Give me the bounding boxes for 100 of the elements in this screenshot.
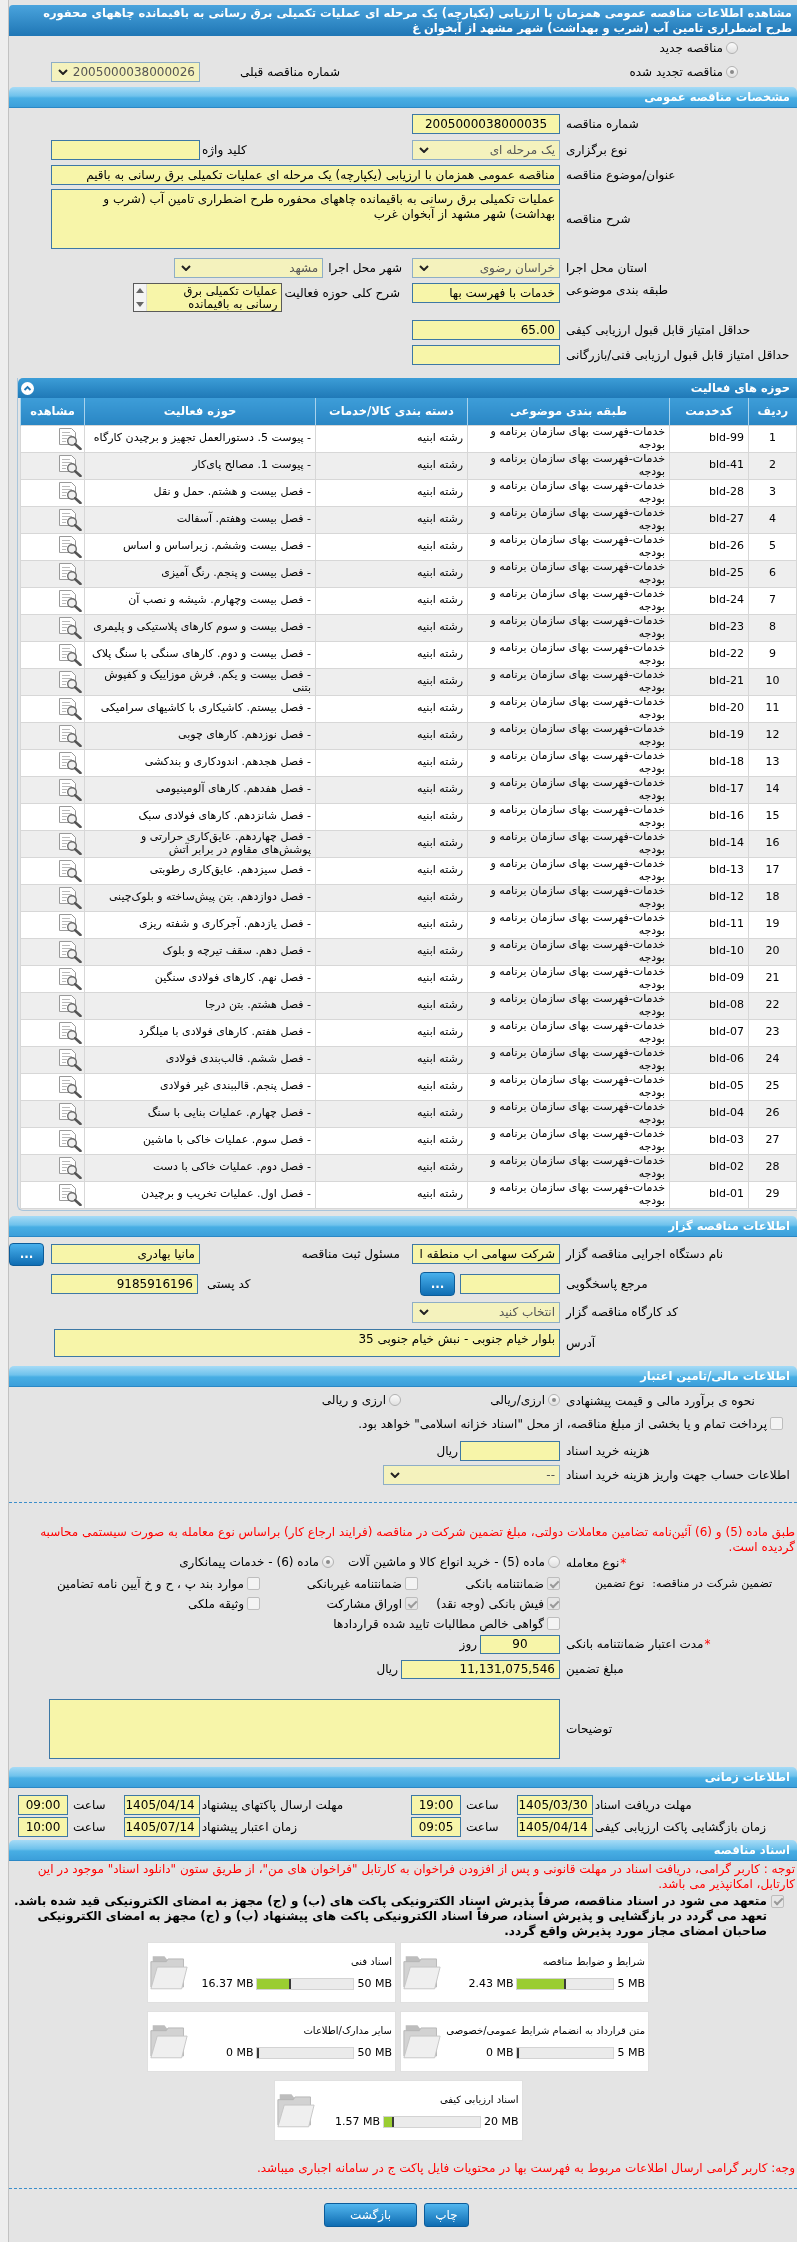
field-label: آدرس [566, 1335, 596, 1350]
dropdown[interactable]: یک مرحله ای [412, 140, 560, 160]
table-cell: bld-02 [669, 1154, 749, 1181]
document-search-icon[interactable] [58, 724, 82, 747]
document-search-icon[interactable] [58, 562, 82, 585]
document-search-icon[interactable] [58, 481, 82, 504]
checkbox[interactable] [547, 1617, 560, 1630]
checkbox[interactable] [547, 1597, 560, 1610]
document-search-icon[interactable] [58, 967, 82, 990]
table-cell: 15 [748, 803, 797, 830]
table-cell: bld-16 [669, 803, 749, 830]
more-button[interactable]: ... [420, 1271, 455, 1296]
document-search-icon[interactable] [58, 1048, 82, 1071]
table-cell: رشته ابنیه [315, 587, 468, 614]
input-field[interactable]: شرکت سهامی اب منطقه ا [412, 1244, 560, 1264]
input-field[interactable]: خدمات با فهرست بها [412, 283, 560, 303]
print-button[interactable]: چاپ [424, 2202, 469, 2227]
document-search-icon[interactable] [58, 886, 82, 909]
document-search-icon[interactable] [58, 1102, 82, 1125]
table-cell: - پیوست 1. مصالح پای‌کار [84, 452, 316, 479]
document-search-icon[interactable] [58, 778, 82, 801]
more-button[interactable]: ... [9, 1242, 44, 1266]
dropdown[interactable]: 2005000038000026 [51, 62, 200, 82]
document-search-icon[interactable] [58, 1075, 82, 1098]
input-field[interactable]: 9185916196 [51, 1273, 198, 1294]
checkbox[interactable] [405, 1597, 418, 1610]
table-cell: bld-18 [669, 749, 749, 776]
document-search-icon[interactable] [58, 643, 82, 666]
table-cell: bld-24 [669, 587, 749, 614]
input-field[interactable]: 10:00 [18, 1816, 68, 1837]
input-field[interactable]: 1405/03/30 [516, 1794, 593, 1815]
document-search-icon[interactable] [58, 1129, 82, 1152]
input-field[interactable]: 09:05 [411, 1816, 461, 1837]
dropdown[interactable]: خراسان رضوی [412, 258, 560, 278]
table-cell: خدمات-فهرست بهای سازمان برنامه و بودجه [467, 614, 670, 641]
table-cell: bld-12 [669, 884, 749, 911]
table-cell: - فصل سیزدهم. عایق‌کاری رطوبتی [84, 857, 316, 884]
document-search-icon[interactable] [58, 1021, 82, 1044]
radio-button[interactable] [548, 1393, 560, 1406]
collapse-icon[interactable] [21, 381, 34, 395]
text-area[interactable] [49, 1698, 560, 1759]
input-field[interactable]: 1405/07/14 [123, 1816, 200, 1837]
document-search-icon[interactable] [58, 913, 82, 936]
input-field[interactable] [412, 345, 560, 365]
radio-button[interactable] [389, 1393, 401, 1406]
document-search-icon[interactable] [58, 616, 82, 639]
checkbox[interactable] [547, 1577, 560, 1590]
dropdown[interactable]: -- [383, 1464, 560, 1485]
document-search-icon[interactable] [58, 454, 82, 477]
radio-button[interactable] [322, 1555, 334, 1568]
input-field[interactable]: 11,131,075,546 [401, 1659, 560, 1679]
table-cell: خدمات-فهرست بهای سازمان برنامه و بودجه [467, 479, 670, 506]
input-field[interactable]: 1405/04/14 [516, 1816, 593, 1837]
input-field[interactable]: 65.00 [412, 320, 560, 340]
input-field[interactable] [460, 1440, 560, 1461]
radio-button[interactable] [726, 42, 738, 54]
document-search-icon[interactable] [58, 940, 82, 963]
dropdown[interactable]: انتخاب کنید [412, 1301, 560, 1323]
document-search-icon[interactable] [58, 832, 82, 855]
radio-button[interactable] [726, 66, 738, 78]
table-cell: خدمات-فهرست بهای سازمان برنامه و بودجه [467, 749, 670, 776]
input-field[interactable]: 90 [480, 1634, 560, 1654]
input-field[interactable]: مانیا بهادری [51, 1244, 200, 1264]
table-cell: رشته ابنیه [315, 452, 468, 479]
document-search-icon[interactable] [58, 697, 82, 720]
input-field[interactable]: 09:00 [18, 1794, 68, 1815]
table-cell: خدمات-فهرست بهای سازمان برنامه و بودجه [467, 1154, 670, 1181]
list-box[interactable]: عملیات تکمیلی برق رسانی به باقیمانده [132, 283, 282, 312]
document-search-icon[interactable] [58, 751, 82, 774]
input-field[interactable] [51, 140, 200, 160]
dropdown[interactable]: مشهد [174, 258, 324, 278]
text-area[interactable]: بلوار خیام جنوبی - نبش خیام جنوبی 35 [54, 1328, 560, 1357]
document-search-icon[interactable] [58, 670, 82, 693]
field-label: زمان اعتبار پیشنهاد [201, 1819, 297, 1834]
text-area[interactable]: عملیات تکمیلی برق رسانی به باقیمانده چاههای محفوره طرح اضطراری تامین آب (شرب و بهداشت) شهر مشهد از آبخوان غرب [51, 189, 560, 249]
input-field[interactable]: مناقصه عمومی همزمان با ارزیابی (یکپارچه) یک مرحله ای عملیات تکمیلی برق رسانی به باقیم [51, 165, 560, 185]
checkbox[interactable] [247, 1597, 260, 1610]
table-cell: خدمات-فهرست بهای سازمان برنامه و بودجه [467, 911, 670, 938]
document-search-icon[interactable] [58, 508, 82, 531]
input-field[interactable]: 19:00 [411, 1794, 461, 1815]
input-field[interactable]: 1405/04/14 [123, 1794, 200, 1815]
input-field[interactable] [460, 1273, 560, 1294]
checkbox[interactable] [770, 1417, 783, 1430]
document-search-icon[interactable] [58, 589, 82, 612]
document-search-icon[interactable] [58, 805, 82, 828]
document-search-icon[interactable] [58, 1183, 82, 1206]
checkbox[interactable] [405, 1577, 418, 1590]
radio-button[interactable] [548, 1555, 560, 1568]
document-search-icon[interactable] [58, 427, 82, 450]
document-search-icon[interactable] [58, 1156, 82, 1179]
document-search-icon[interactable] [58, 535, 82, 558]
document-search-icon[interactable] [58, 859, 82, 882]
input-field[interactable]: 2005000038000035 [412, 114, 560, 134]
checkbox[interactable] [771, 1894, 784, 1908]
document-search-icon[interactable] [58, 994, 82, 1017]
checkbox[interactable] [247, 1577, 260, 1590]
table-cell: - فصل نهم. کارهای فولادی سنگین [84, 965, 316, 992]
table-cell: خدمات-فهرست بهای سازمان برنامه و بودجه [467, 560, 670, 587]
back-button[interactable]: بازگشت [324, 2202, 417, 2227]
scrollbar[interactable] [133, 284, 147, 311]
